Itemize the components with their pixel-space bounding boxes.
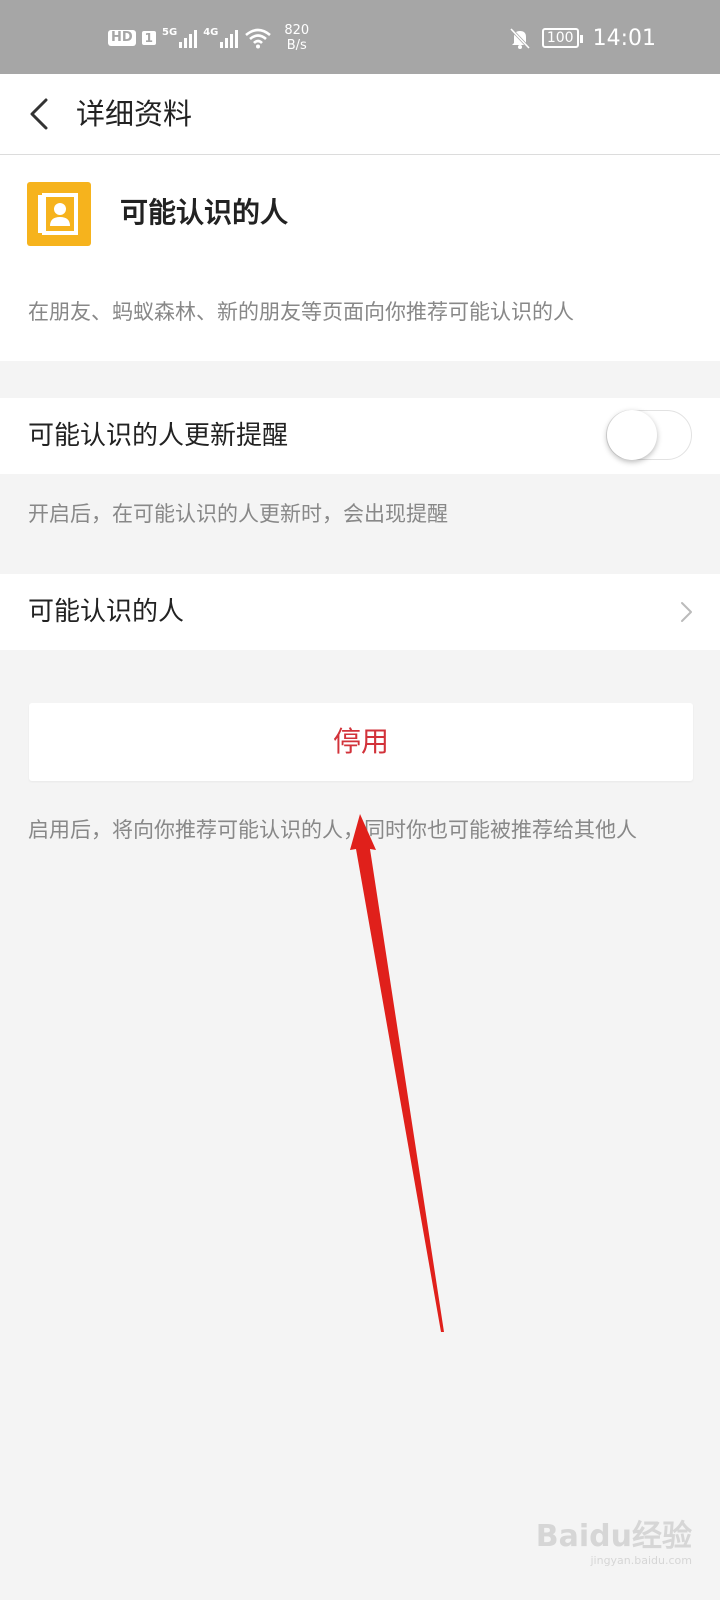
people-link-label: 可能认识的人 bbox=[28, 597, 185, 627]
watermark-url: jingyan.baidu.com bbox=[590, 1554, 692, 1567]
status-bar: HD 1 5G 4G 820 B/s 100 14:01 bbox=[0, 0, 720, 74]
sim-badge: 1 bbox=[141, 31, 157, 45]
status-time: 14:01 bbox=[592, 25, 656, 51]
net-speed: 820 B/s bbox=[284, 23, 309, 53]
update-reminder-toggle[interactable] bbox=[606, 410, 692, 460]
network-type-2: 4G bbox=[203, 27, 219, 38]
battery-icon: 100 bbox=[541, 28, 583, 48]
update-reminder-label: 可能认识的人更新提醒 bbox=[28, 421, 289, 451]
people-link-row[interactable]: 可能认识的人 bbox=[0, 574, 720, 650]
watermark: Baidu经验 jingyan.baidu.com bbox=[536, 1520, 692, 1568]
net-speed-value: 820 bbox=[284, 23, 310, 38]
hd-badge: HD bbox=[108, 30, 136, 46]
signal-group-2: 4G bbox=[203, 27, 239, 48]
header: 详细资料 bbox=[0, 74, 720, 155]
status-left: HD 1 5G 4G 820 B/s bbox=[108, 20, 309, 56]
network-type-1: 5G bbox=[162, 27, 178, 38]
toggle-knob bbox=[607, 410, 657, 460]
disable-button[interactable]: 停用 bbox=[29, 703, 693, 781]
app-name: 可能认识的人 bbox=[120, 196, 289, 229]
update-reminder-hint: 开启后，在可能认识的人更新时，会出现提醒 bbox=[28, 502, 448, 526]
back-arrow-icon[interactable] bbox=[18, 90, 66, 138]
watermark-logo: Baidu经验 bbox=[535, 1519, 692, 1554]
net-speed-unit: B/s bbox=[286, 38, 307, 53]
signal-icon bbox=[179, 28, 198, 48]
signal-icon bbox=[220, 28, 239, 48]
contact-card-icon bbox=[27, 182, 91, 246]
app-description: 在朋友、蚂蚁森林、新的朋友等页面向你推荐可能认识的人 bbox=[28, 300, 574, 324]
signal-group-1: 5G bbox=[162, 27, 198, 48]
page-title: 详细资料 bbox=[76, 97, 193, 131]
app-info-card: 可能认识的人 在朋友、蚂蚁森林、新的朋友等页面向你推荐可能认识的人 bbox=[0, 155, 720, 361]
disable-hint: 启用后，将向你推荐可能认识的人，同时你也可能被推荐给其他人 bbox=[28, 818, 637, 842]
wifi-icon bbox=[245, 28, 272, 49]
update-reminder-row: 可能认识的人更新提醒 bbox=[0, 398, 720, 474]
chevron-right-icon bbox=[681, 602, 692, 622]
mute-bell-icon bbox=[509, 27, 530, 50]
status-right: 100 14:01 bbox=[508, 20, 656, 56]
